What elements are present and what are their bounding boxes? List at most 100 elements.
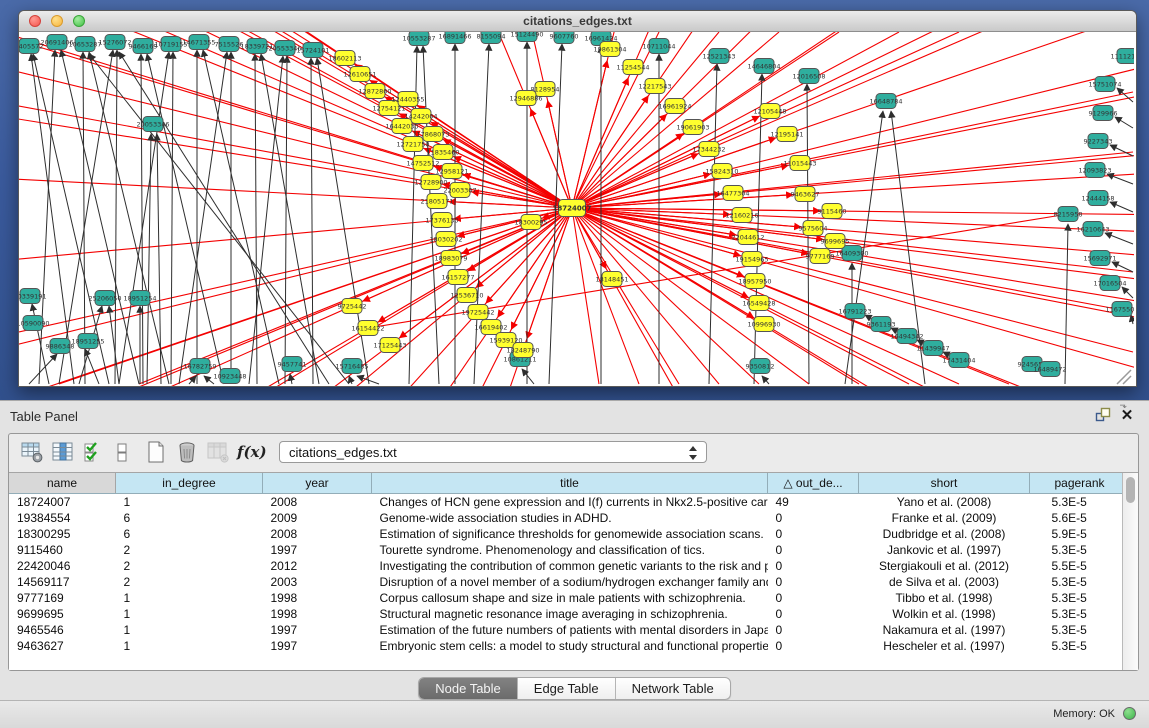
scrollbar-thumb[interactable]: [1126, 477, 1135, 503]
table-row[interactable]: 1830029562008Estimation of significance …: [9, 526, 1130, 542]
column-header-title[interactable]: title: [372, 473, 768, 494]
graph-node[interactable]: 17016504: [1093, 276, 1126, 291]
graph-node[interactable]: 15124490: [510, 32, 543, 42]
graph-node[interactable]: 12217543: [638, 79, 671, 94]
graph-node[interactable]: 25206050: [88, 291, 121, 306]
graph-hub-node[interactable]: 18724007: [553, 200, 592, 217]
graph-node[interactable]: 12610651: [343, 67, 376, 82]
table-settings-icon[interactable]: [19, 439, 45, 465]
graph-node[interactable]: 9115460: [818, 204, 847, 219]
graph-node[interactable]: 9457741: [278, 357, 307, 372]
table-selector-dropdown[interactable]: citations_edges.txt: [279, 441, 707, 463]
graph-node[interactable]: 18148451: [595, 272, 628, 287]
column-header-out_degree[interactable]: △ out_de...: [768, 473, 859, 494]
table-row[interactable]: 977716911998Corpus callosum shape and si…: [9, 590, 1130, 606]
close-panel-icon[interactable]: ✕: [1117, 407, 1137, 425]
window-resize-grip[interactable]: [1117, 370, 1131, 384]
window-titlebar[interactable]: citations_edges.txt: [19, 11, 1136, 32]
graph-node[interactable]: 15276072: [98, 35, 131, 50]
graph-node[interactable]: 9699695: [821, 234, 850, 249]
graph-node[interactable]: 18300295: [514, 215, 547, 230]
graph-node[interactable]: 16891466: [438, 32, 471, 44]
table-row[interactable]: 946554611997Estimation of the future num…: [9, 622, 1130, 638]
table-row[interactable]: 1938455462009Genome-wide association stu…: [9, 510, 1130, 526]
cell-year: 2008: [263, 526, 372, 542]
graph-node[interactable]: 12195141: [770, 127, 803, 142]
graph-node[interactable]: 12016508: [792, 69, 825, 84]
column-header-name[interactable]: name: [9, 473, 116, 494]
graph-node[interactable]: 9575604: [799, 221, 828, 236]
graph-node[interactable]: 9886348: [46, 339, 75, 354]
graph-node[interactable]: 12444158: [1081, 191, 1114, 206]
column-header-in_degree[interactable]: in_degree: [116, 473, 263, 494]
column-header-short[interactable]: short: [859, 473, 1030, 494]
show-columns-icon[interactable]: [50, 439, 76, 465]
graph-node[interactable]: 10923448: [213, 369, 246, 384]
graph-node[interactable]: 9725442: [338, 299, 367, 314]
graph-node[interactable]: 16210643: [1076, 222, 1109, 237]
graph-node[interactable]: 19725442: [461, 305, 494, 320]
graph-node[interactable]: 17125443: [373, 338, 406, 353]
tab-node-table[interactable]: Node Table: [419, 678, 518, 699]
graph-node[interactable]: 10590090: [19, 316, 50, 331]
svg-text:16489472: 16489472: [1033, 365, 1066, 373]
graph-node[interactable]: 15716485: [335, 359, 368, 374]
graph-node[interactable]: 9466169: [129, 39, 158, 54]
new-table-icon[interactable]: [143, 439, 169, 465]
graph-node[interactable]: 10553287: [402, 32, 435, 46]
float-panel-icon[interactable]: [1093, 407, 1113, 425]
graph-node[interactable]: 11112129: [1110, 49, 1134, 64]
graph-node[interactable]: 8215958: [1054, 207, 1083, 222]
graph-node[interactable]: 21805171: [420, 194, 453, 209]
tab-edge-table[interactable]: Edge Table: [518, 678, 616, 699]
svg-text:15724101: 15724101: [296, 46, 329, 54]
svg-text:16891466: 16891466: [438, 32, 471, 40]
graph-node[interactable]: 7515526: [215, 37, 244, 52]
unselect-all-icon[interactable]: [112, 439, 138, 465]
graph-node[interactable]: 8155094: [477, 32, 506, 44]
table-row[interactable]: 2242004622012Investigating the contribut…: [9, 558, 1130, 574]
graph-node[interactable]: 9463627: [791, 187, 820, 202]
svg-text:12536710: 12536710: [450, 291, 483, 299]
delete-column-icon[interactable]: [205, 439, 231, 465]
select-all-icon[interactable]: [81, 439, 107, 465]
function-builder-icon[interactable]: f(x): [236, 439, 266, 465]
table-row[interactable]: 969969511998Structural magnetic resonanc…: [9, 606, 1130, 622]
table-row[interactable]: 1872400712008Changes of HCN gene express…: [9, 494, 1130, 511]
tab-network-table[interactable]: Network Table: [616, 678, 730, 699]
cell-year: 2012: [263, 558, 372, 574]
graph-node[interactable]: 9607760: [550, 32, 579, 44]
svg-text:14752512: 14752512: [406, 159, 439, 167]
graph-node[interactable]: 10339191: [19, 289, 47, 304]
graph-node[interactable]: 9361193: [867, 317, 896, 332]
graph-node[interactable]: 16477304: [716, 186, 749, 201]
graph-node[interactable]: 9227343: [1084, 134, 1113, 149]
graph-node[interactable]: 18951254: [123, 291, 156, 306]
network-canvas[interactable]: 2405572206914061065328715276072946616910…: [19, 32, 1134, 386]
graph-node[interactable]: 16154422: [351, 321, 384, 336]
delete-table-icon[interactable]: [174, 439, 200, 465]
column-header-year[interactable]: year: [263, 473, 372, 494]
graph-node[interactable]: 18951255: [71, 334, 104, 349]
column-header-pagerank[interactable]: pagerank: [1030, 473, 1130, 494]
graph-node[interactable]: 15751074: [1088, 77, 1121, 92]
cell-pagerank: 5.3E-5: [1030, 574, 1130, 590]
graph-node[interactable]: 19154965: [735, 252, 768, 267]
graph-node[interactable]: 10711044: [642, 39, 675, 54]
graph-node[interactable]: 16782759: [183, 359, 216, 374]
graph-node[interactable]: 9129966: [1089, 106, 1118, 121]
svg-text:18030202: 18030202: [429, 235, 462, 243]
graph-node[interactable]: 11675500: [1105, 302, 1134, 317]
vertical-scrollbar[interactable]: [1122, 473, 1138, 670]
graph-node[interactable]: 11015443: [783, 156, 816, 171]
graph-node[interactable]: 9350812: [746, 359, 775, 374]
graph-node[interactable]: 19061903: [676, 120, 709, 135]
table-row[interactable]: 946362711997Embryonic stem cells: a mode…: [9, 638, 1130, 654]
graph-node[interactable]: 17376130: [425, 213, 458, 228]
graph-node[interactable]: 9777169: [806, 249, 835, 264]
cell-out_degree: 0: [768, 510, 859, 526]
table-row[interactable]: 911546021997Tourette syndrome. Phenomeno…: [9, 542, 1130, 558]
graph-node[interactable]: 12093823: [1078, 163, 1111, 178]
table-row[interactable]: 1456911722003Disruption of a novel membe…: [9, 574, 1130, 590]
svg-text:16494342: 16494342: [890, 332, 923, 340]
